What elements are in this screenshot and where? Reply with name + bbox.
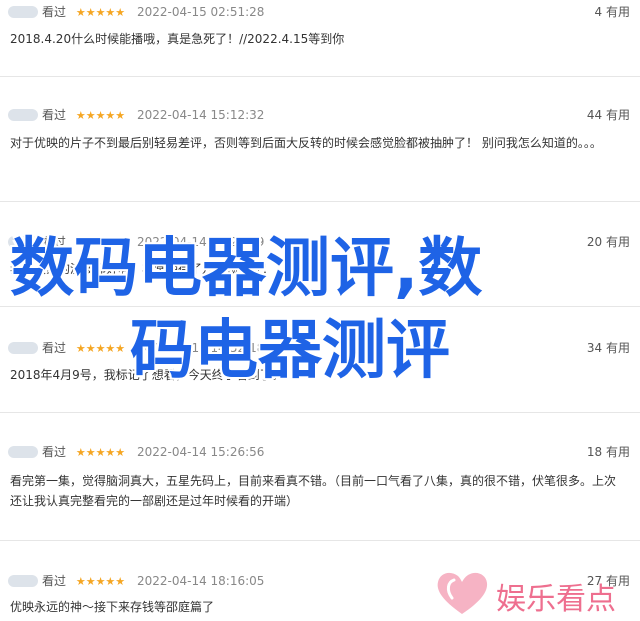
review-time: 2022-04-14 15:26:56 bbox=[136, 445, 265, 459]
review-header: 看过 ★★★★★ 2022-04-14 14:23:09 bbox=[42, 233, 264, 251]
rating-stars: ★★★★★ bbox=[75, 6, 126, 19]
review-text: 我，大家的演技都好啊，非常期待了儿子预告片！ bbox=[10, 262, 275, 276]
review-text: 看完第一集，觉得脑洞真大，五星先码上，目前来看真不错。（目前一口气看了八集，真的… bbox=[10, 474, 617, 508]
avatar[interactable] bbox=[8, 446, 38, 458]
review-time: 2022-04-15 02:51:28 bbox=[136, 5, 265, 19]
useful-count: 20 有用 bbox=[586, 235, 630, 249]
review-text: 2018年4月9号，我标记了想看，今天终于看到了。 bbox=[10, 368, 284, 382]
review-time: 2022-04-14 15:12:32 bbox=[136, 108, 265, 122]
divider bbox=[0, 76, 640, 77]
avatar[interactable] bbox=[8, 575, 38, 587]
heart-icon bbox=[437, 572, 488, 614]
useful-count: 44 有用 bbox=[586, 108, 630, 122]
rating-stars: ★★★★★ bbox=[75, 236, 126, 249]
rating-stars: ★★★★★ bbox=[75, 575, 126, 588]
review-time: 2022-04-14 18:16:05 bbox=[136, 574, 265, 588]
review-user[interactable]: 看过 bbox=[42, 445, 66, 459]
review-header: 看过 ★★★★★ 2022-04-14 14:52:18 bbox=[42, 339, 264, 357]
rating-stars: ★★★★★ bbox=[75, 109, 126, 122]
review-header: 看过 ★★★★★ 2022-04-14 15:26:56 bbox=[42, 443, 264, 461]
useful-count: 18 有用 bbox=[586, 445, 630, 459]
avatar[interactable] bbox=[8, 342, 38, 354]
review-header: 看过 ★★★★★ 2022-04-14 15:12:32 bbox=[42, 106, 264, 124]
review-header: 看过 ★★★★★ 2022-04-14 18:16:05 bbox=[42, 572, 264, 590]
logo-text: 娱乐看点 bbox=[496, 582, 616, 617]
useful-button[interactable]: 44 有用 bbox=[587, 106, 630, 123]
review-user[interactable]: 看过 bbox=[42, 235, 66, 249]
review-text: 2018.4.20什么时候能播哦，真是急死了！//2022.4.15等到你 bbox=[10, 32, 345, 46]
useful-button[interactable]: 34 有用 bbox=[587, 339, 630, 356]
review-text: 对于优映的片子不到最后别轻易差评，否则等到后面大反转的时候会感觉脸都被抽肿了！ … bbox=[10, 136, 602, 150]
review-user[interactable]: 看过 bbox=[42, 574, 66, 588]
site-logo: 娱乐看点 bbox=[432, 568, 640, 618]
rating-stars: ★★★★★ bbox=[75, 446, 126, 459]
useful-button[interactable]: 20 有用 bbox=[587, 233, 630, 250]
divider bbox=[0, 412, 640, 413]
avatar[interactable] bbox=[8, 109, 38, 121]
review-user[interactable]: 看过 bbox=[42, 108, 66, 122]
review-time: 2022-04-14 14:23:09 bbox=[136, 235, 265, 249]
review-header: 看过 ★★★★★ 2022-04-15 02:51:28 bbox=[42, 3, 264, 21]
review-user[interactable]: 看过 bbox=[42, 5, 66, 19]
avatar[interactable] bbox=[8, 6, 38, 18]
review-user[interactable]: 看过 bbox=[42, 341, 66, 355]
avatar[interactable] bbox=[8, 236, 38, 248]
useful-count: 34 有用 bbox=[586, 341, 630, 355]
rating-stars: ★★★★★ bbox=[75, 342, 126, 355]
divider bbox=[0, 540, 640, 541]
useful-button[interactable]: 4 有用 bbox=[595, 3, 630, 20]
divider bbox=[0, 201, 640, 202]
review-time: 2022-04-14 14:52:18 bbox=[136, 341, 265, 355]
divider bbox=[0, 306, 640, 307]
useful-button[interactable]: 18 有用 bbox=[587, 443, 630, 460]
useful-count: 4 有用 bbox=[594, 5, 630, 19]
